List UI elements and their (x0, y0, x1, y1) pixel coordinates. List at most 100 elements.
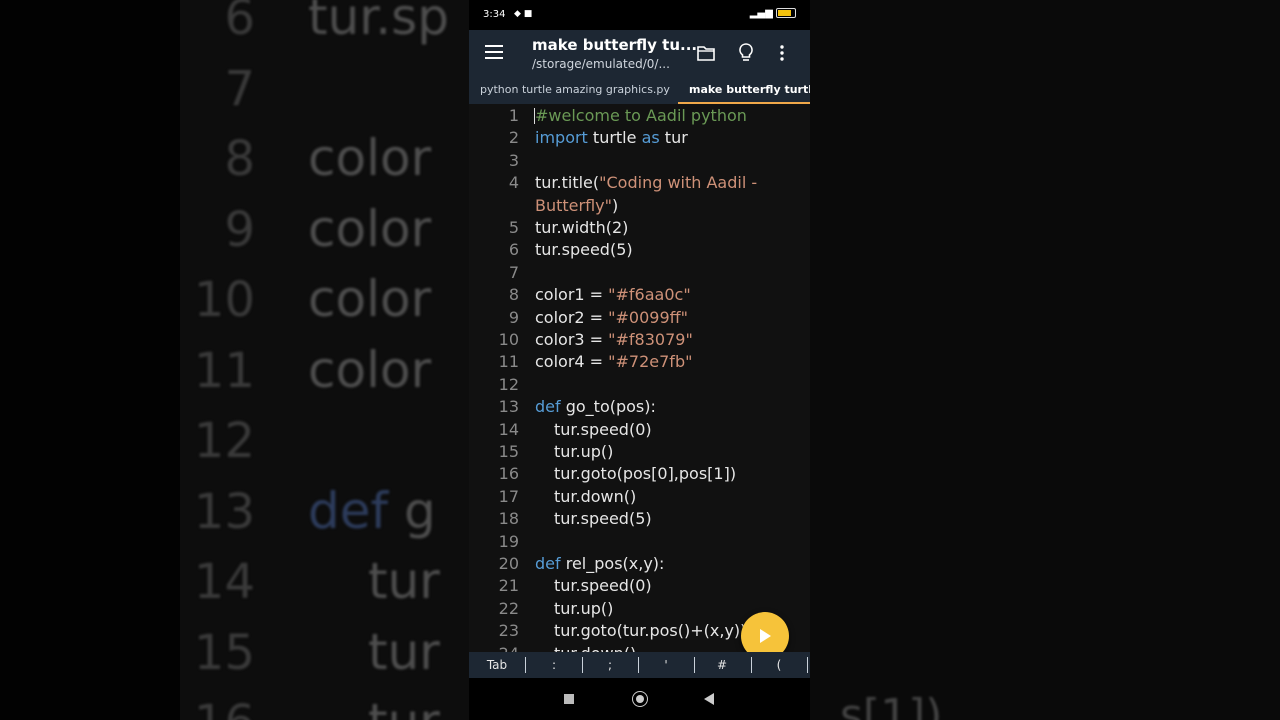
background-code-fragment: color (308, 340, 432, 399)
code-line[interactable]: 9 color2 = "#0099ff" (469, 307, 810, 329)
code-text: tur.speed(5) (554, 509, 652, 529)
line-number: 17 (498, 486, 519, 506)
code-line[interactable]: 11 color4 = "#72e7fb" (469, 351, 810, 373)
background-code-fragment: tur (368, 693, 440, 720)
line-number: 1 (508, 106, 519, 125)
code-line[interactable]: 1 #welcome to Aadil python (469, 105, 810, 127)
code-line[interactable]: 16 tur.goto(pos[0],pos[1]) (469, 463, 810, 485)
line-number: 8 (508, 285, 519, 305)
code-text: color3 = "#f83079" (535, 330, 693, 349)
tab-python-turtle-graphics[interactable]: python turtle amazing graphics.py (480, 83, 670, 96)
line-number: 10 (498, 330, 519, 349)
key-open-paren[interactable]: ( (764, 652, 794, 678)
code-text: tur.speed(0) (554, 419, 652, 439)
background-right-fragment: s[1]) (840, 690, 943, 720)
key-quote[interactable]: ' (651, 652, 681, 678)
line-number: 23 (498, 621, 519, 641)
line-number: 3 (508, 150, 519, 170)
code-text: tur.width(2) (535, 218, 629, 237)
line-number: 18 (498, 509, 519, 529)
code-line[interactable]: 2 import turtle as tur (469, 127, 810, 149)
line-number: 7 (508, 262, 519, 282)
background-line-number: 13 (193, 483, 255, 540)
line-number: 24 (469, 643, 519, 652)
line-number: 5 (508, 218, 519, 237)
code-line[interactable]: Butterfly") (469, 195, 810, 217)
code-line[interactable]: 10 color3 = "#f83079" (469, 329, 810, 351)
line-number: 12 (498, 374, 519, 394)
background-line-number: 6 (224, 0, 255, 46)
line-number: 6 (508, 240, 519, 260)
hamburger-menu-icon[interactable] (485, 45, 503, 59)
background-line-number: 9 (224, 201, 255, 258)
code-line[interactable]: 13 def go_to(pos): (469, 396, 810, 418)
app-toolbar: make butterfly tu... /storage/emulated/0… (469, 30, 810, 78)
code-line[interactable]: 20 def rel_pos(x,y): (469, 553, 810, 575)
background-right-panel: s[1]) (810, 0, 1280, 720)
code-line[interactable]: 15 tur.up() (469, 441, 810, 463)
background-code-fragment: color (308, 270, 432, 328)
code-text: tur.goto(pos[0],pos[1]) (554, 464, 737, 484)
background-line-number: 15 (193, 624, 255, 681)
background-code-fragment: color (308, 129, 432, 187)
recent-apps-icon[interactable] (564, 694, 574, 704)
code-line[interactable]: 4 tur.title("Coding with Aadil - (469, 172, 810, 194)
code-line[interactable]: 18 tur.speed(5) (469, 508, 810, 530)
code-editor[interactable]: 1 #welcome to Aadil python 2 import turtle … (469, 104, 810, 652)
notification-icons: ◆ ■ (514, 9, 533, 19)
system-navigation-bar (469, 678, 810, 720)
lightbulb-icon[interactable] (737, 43, 755, 63)
key-hash[interactable]: # (707, 652, 737, 678)
home-icon[interactable] (632, 691, 648, 707)
battery-icon (776, 8, 796, 18)
line-number: 9 (508, 307, 519, 327)
code-text: def rel_pos(x,y): (535, 554, 665, 573)
code-line[interactable]: 14 tur.speed(0) (469, 419, 810, 441)
play-icon (760, 629, 771, 643)
line-number: 15 (498, 442, 519, 461)
code-text: tur.up() (554, 442, 614, 461)
background-line-number: 8 (224, 131, 255, 187)
code-line[interactable]: 21 tur.speed(0) (469, 575, 810, 597)
background-code-fragment: tur (368, 552, 440, 610)
background-line-number: 12 (193, 413, 255, 469)
code-line[interactable]: 19 (469, 531, 810, 553)
line-number: 19 (498, 531, 519, 551)
file-path: /storage/emulated/0/... (532, 57, 670, 71)
tab-make-butterfly[interactable]: make butterfly turtle g (689, 83, 810, 96)
code-text: tur.title("Coding with Aadil - (535, 173, 758, 193)
code-line[interactable]: 17 tur.down() (469, 486, 810, 508)
background-code-fragment: def g (308, 481, 436, 540)
code-line[interactable]: 6 tur.speed(5) (469, 239, 810, 261)
file-tabs: python turtle amazing graphics.py make b… (469, 78, 810, 104)
code-text: tur.up() (554, 598, 614, 618)
code-text: tur.down() (554, 643, 636, 652)
status-bar: 3:34 ◆ ■ ▂▄▆ (469, 0, 810, 30)
status-time: 3:34 (483, 9, 506, 20)
signal-icon: ▂▄▆ (749, 8, 773, 19)
folder-icon[interactable] (697, 44, 715, 62)
line-number: 22 (498, 598, 519, 618)
back-icon[interactable] (704, 693, 714, 705)
line-number: 11 (498, 352, 519, 372)
phone-screen: 3:34 ◆ ■ ▂▄▆ make butterfly tu... /stora… (469, 0, 810, 720)
background-code-fragment: tur.sp (308, 0, 449, 46)
line-number: 21 (498, 576, 519, 596)
line-number: 13 (498, 397, 519, 417)
key-semicolon[interactable]: ; (595, 652, 625, 678)
background-code-fragment: color (308, 199, 432, 258)
code-text: tur.down() (554, 486, 637, 506)
key-tab[interactable]: Tab (479, 652, 515, 678)
code-line[interactable]: 8 color1 = "#f6aa0c" (469, 284, 810, 306)
more-options-icon[interactable] (779, 44, 785, 62)
background-line-number: 16 (185, 695, 255, 720)
code-text: color2 = "#0099ff" (535, 307, 689, 327)
code-text: #welcome to Aadil python (535, 106, 747, 125)
background-line-number: 14 (193, 554, 255, 610)
code-line[interactable]: 3 (469, 150, 810, 172)
code-line[interactable]: 5 tur.width(2) (469, 217, 810, 239)
code-text: color1 = "#f6aa0c" (535, 285, 691, 305)
code-line[interactable]: 12 (469, 374, 810, 396)
code-line[interactable]: 7 (469, 262, 810, 284)
key-colon[interactable]: : (539, 652, 569, 678)
